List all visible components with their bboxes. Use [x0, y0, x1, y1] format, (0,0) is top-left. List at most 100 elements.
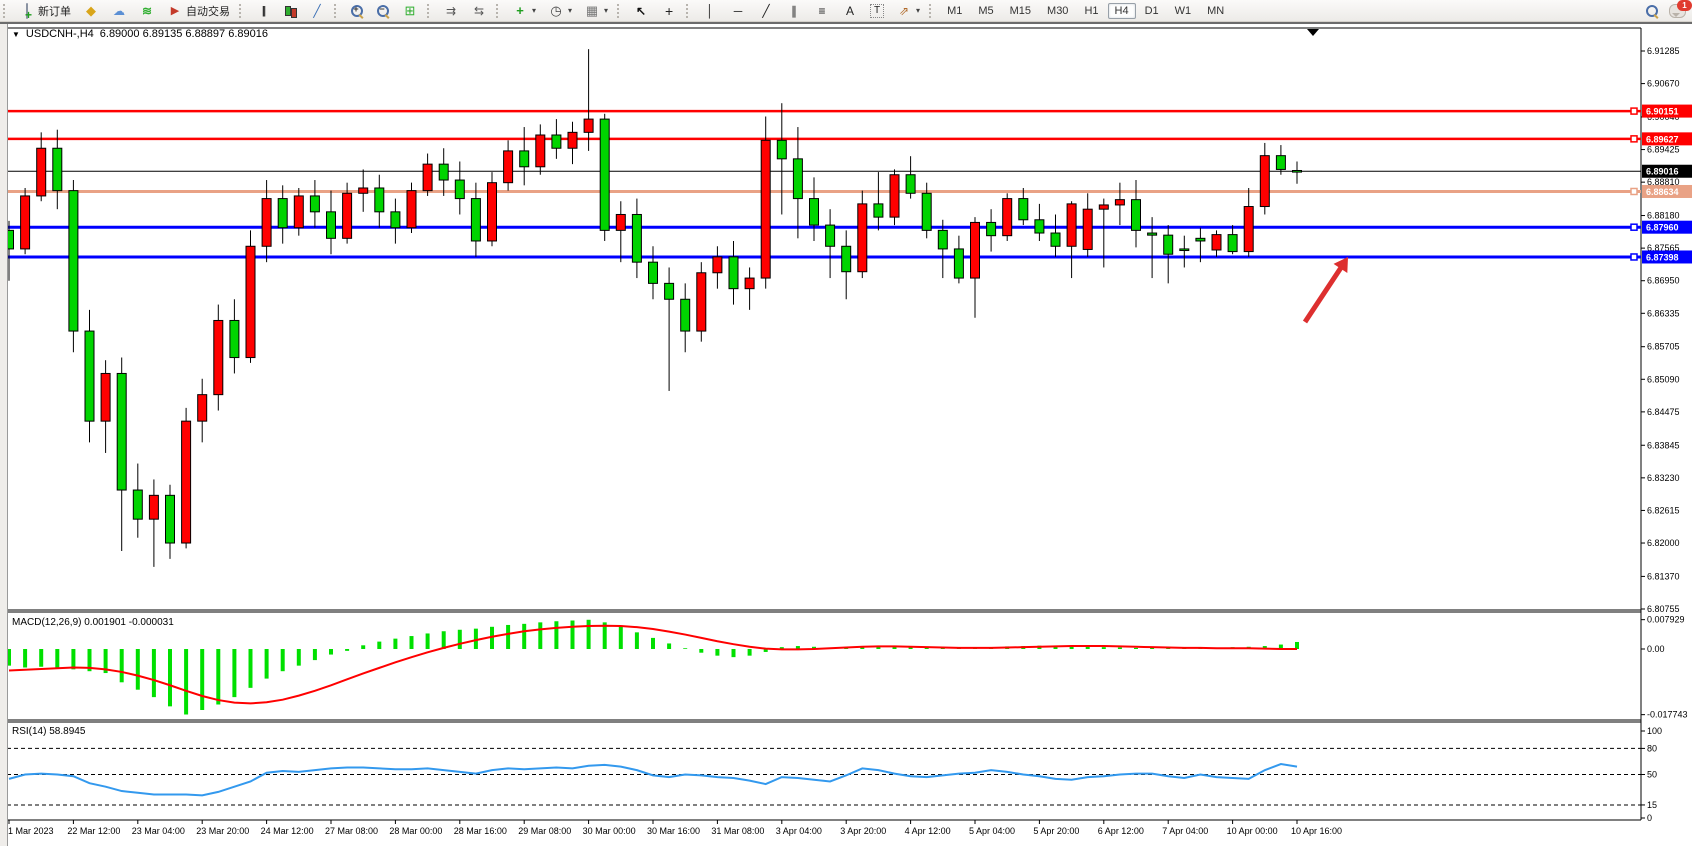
trendline-tool-button[interactable]: ╱	[753, 1, 779, 21]
timeframe-button-D1[interactable]: D1	[1138, 3, 1166, 19]
channel-tool-button[interactable]: ∥	[781, 1, 807, 21]
auto-trading-icon: ▶	[167, 3, 183, 19]
candle-body	[616, 214, 625, 230]
timeframe-button-M5[interactable]: M5	[971, 3, 1000, 19]
tile-windows-button[interactable]: ⊞	[397, 1, 423, 21]
timeframe-button-H4[interactable]: H4	[1108, 3, 1136, 19]
candle-body	[1051, 233, 1060, 246]
auto-trading-button[interactable]: ▶ 自动交易	[162, 1, 235, 21]
candle-body	[455, 180, 464, 199]
candle-body	[922, 193, 931, 230]
new-order-icon	[26, 3, 28, 19]
chart-window: 6.912856.906706.900406.894256.888106.881…	[0, 22, 1692, 846]
candle-body	[1260, 156, 1269, 207]
candle-body	[842, 246, 851, 271]
candle-body	[504, 151, 513, 183]
line-anchor-handle[interactable]	[1631, 136, 1637, 142]
candle-body	[649, 262, 658, 283]
vline-tool-button[interactable]: │	[697, 1, 723, 21]
auto-scroll-icon: ⇉	[443, 3, 459, 19]
timeframe-button-M1[interactable]: M1	[940, 3, 969, 19]
crosshair-tool-button[interactable]: +	[656, 1, 682, 21]
line-anchor-handle[interactable]	[1631, 224, 1637, 230]
price-badge-label: 6.87960	[1646, 223, 1679, 233]
price-tick-label: 6.83845	[1647, 440, 1680, 450]
text-icon: A	[842, 3, 858, 19]
text-tool-button[interactable]: A	[837, 1, 863, 21]
notification-badge: 1	[1677, 0, 1692, 11]
line-chart-button[interactable]: ╱	[304, 1, 330, 21]
chart-shift-button[interactable]: ⇆	[466, 1, 492, 21]
candle-body	[777, 140, 786, 159]
time-tick-label: 6 Apr 12:00	[1098, 826, 1144, 836]
candle-body	[149, 495, 158, 519]
cursor-tool-button[interactable]: ↖	[628, 1, 654, 21]
candle-body	[600, 119, 609, 230]
cursor-icon: ↖	[633, 3, 649, 19]
crosshair-icon: +	[661, 3, 677, 19]
community-button[interactable]: ☁	[106, 1, 132, 21]
candle-body	[536, 135, 545, 167]
indicators-button[interactable]: +▾	[507, 1, 541, 21]
candle-body	[294, 196, 303, 228]
price-badge-label: 6.90151	[1646, 107, 1679, 117]
candle-body	[745, 278, 754, 289]
templates-button[interactable]: ▦▾	[579, 1, 613, 21]
candle-body	[552, 135, 561, 148]
toolbar-grip	[334, 4, 341, 18]
zoom-in-button[interactable]: +	[345, 2, 369, 20]
timeframe-button-W1[interactable]: W1	[1168, 3, 1199, 19]
label-tool-button[interactable]: T	[865, 2, 889, 20]
signals-button[interactable]: ≋	[134, 1, 160, 21]
fibonacci-tool-button[interactable]: ≡	[809, 1, 835, 21]
chart-title: ▼ USDCNH-,H4 6.89000 6.89135 6.88897 6.8…	[12, 28, 268, 40]
search-icon[interactable]	[1645, 4, 1659, 18]
candle-body	[874, 204, 883, 217]
chart-quotes-label: 6.89000 6.89135 6.88897 6.89016	[100, 28, 268, 40]
template-icon: ▦	[584, 3, 600, 19]
mt-terminal-window: { "toolbar": { "new_order_label": "新订单",…	[0, 0, 1692, 846]
price-chart-canvas[interactable]: 6.912856.906706.900406.894256.888106.881…	[0, 24, 1692, 846]
line-anchor-handle[interactable]	[1631, 254, 1637, 260]
candle-body	[21, 196, 30, 249]
clock-icon: ◷	[548, 3, 564, 19]
chart-canvas-container[interactable]: 6.912856.906706.900406.894256.888106.881…	[0, 24, 1692, 846]
horizontal-line-icon: ─	[730, 3, 746, 19]
rsi-axis-label: 0	[1647, 813, 1652, 823]
chart-dropdown-icon[interactable]: ▼	[12, 30, 20, 39]
candle-chart-button[interactable]	[278, 2, 302, 20]
line-anchor-handle[interactable]	[1631, 188, 1637, 194]
timeframe-button-MN[interactable]: MN	[1200, 3, 1231, 19]
candle-body	[858, 204, 867, 272]
timeframe-button-M15[interactable]: M15	[1003, 3, 1038, 19]
candle-body	[938, 230, 947, 249]
candle-body	[391, 212, 400, 228]
scroll-to-end-marker[interactable]	[1307, 29, 1319, 36]
new-order-button[interactable]: 新订单	[14, 1, 76, 21]
chat-icon[interactable]: 1	[1669, 4, 1686, 18]
candle-body	[1099, 205, 1108, 209]
hline-tool-button[interactable]: ─	[725, 1, 751, 21]
auto-scroll-button[interactable]: ⇉	[438, 1, 464, 21]
candle-body	[761, 140, 770, 278]
time-tick-label: 5 Apr 20:00	[1033, 826, 1079, 836]
time-tick-label: 3 Apr 04:00	[776, 826, 822, 836]
deposit-button[interactable]: ◆	[78, 1, 104, 21]
rsi-axis-label: 15	[1647, 800, 1657, 810]
timeframe-button-M30[interactable]: M30	[1040, 3, 1075, 19]
shapes-tool-button[interactable]: ⇗▾	[891, 1, 925, 21]
line-anchor-handle[interactable]	[1631, 108, 1637, 114]
chevron-down-icon: ▾	[532, 6, 536, 15]
toolbar-grip	[3, 4, 10, 18]
timeframe-button-H1[interactable]: H1	[1077, 3, 1105, 19]
price-tick-label: 6.80755	[1647, 604, 1680, 614]
bar-chart-button[interactable]: |||	[250, 1, 276, 21]
candle-body	[520, 151, 529, 167]
time-tick-label: 22 Mar 12:00	[67, 826, 120, 836]
cloud-icon: ☁	[111, 3, 127, 19]
zoom-out-button[interactable]: −	[371, 2, 395, 20]
periods-button[interactable]: ◷▾	[543, 1, 577, 21]
annotation-arrow-shaft[interactable]	[1305, 265, 1342, 322]
price-tick-label: 6.91285	[1647, 46, 1680, 56]
time-tick-label: 21 Mar 2023	[3, 826, 54, 836]
